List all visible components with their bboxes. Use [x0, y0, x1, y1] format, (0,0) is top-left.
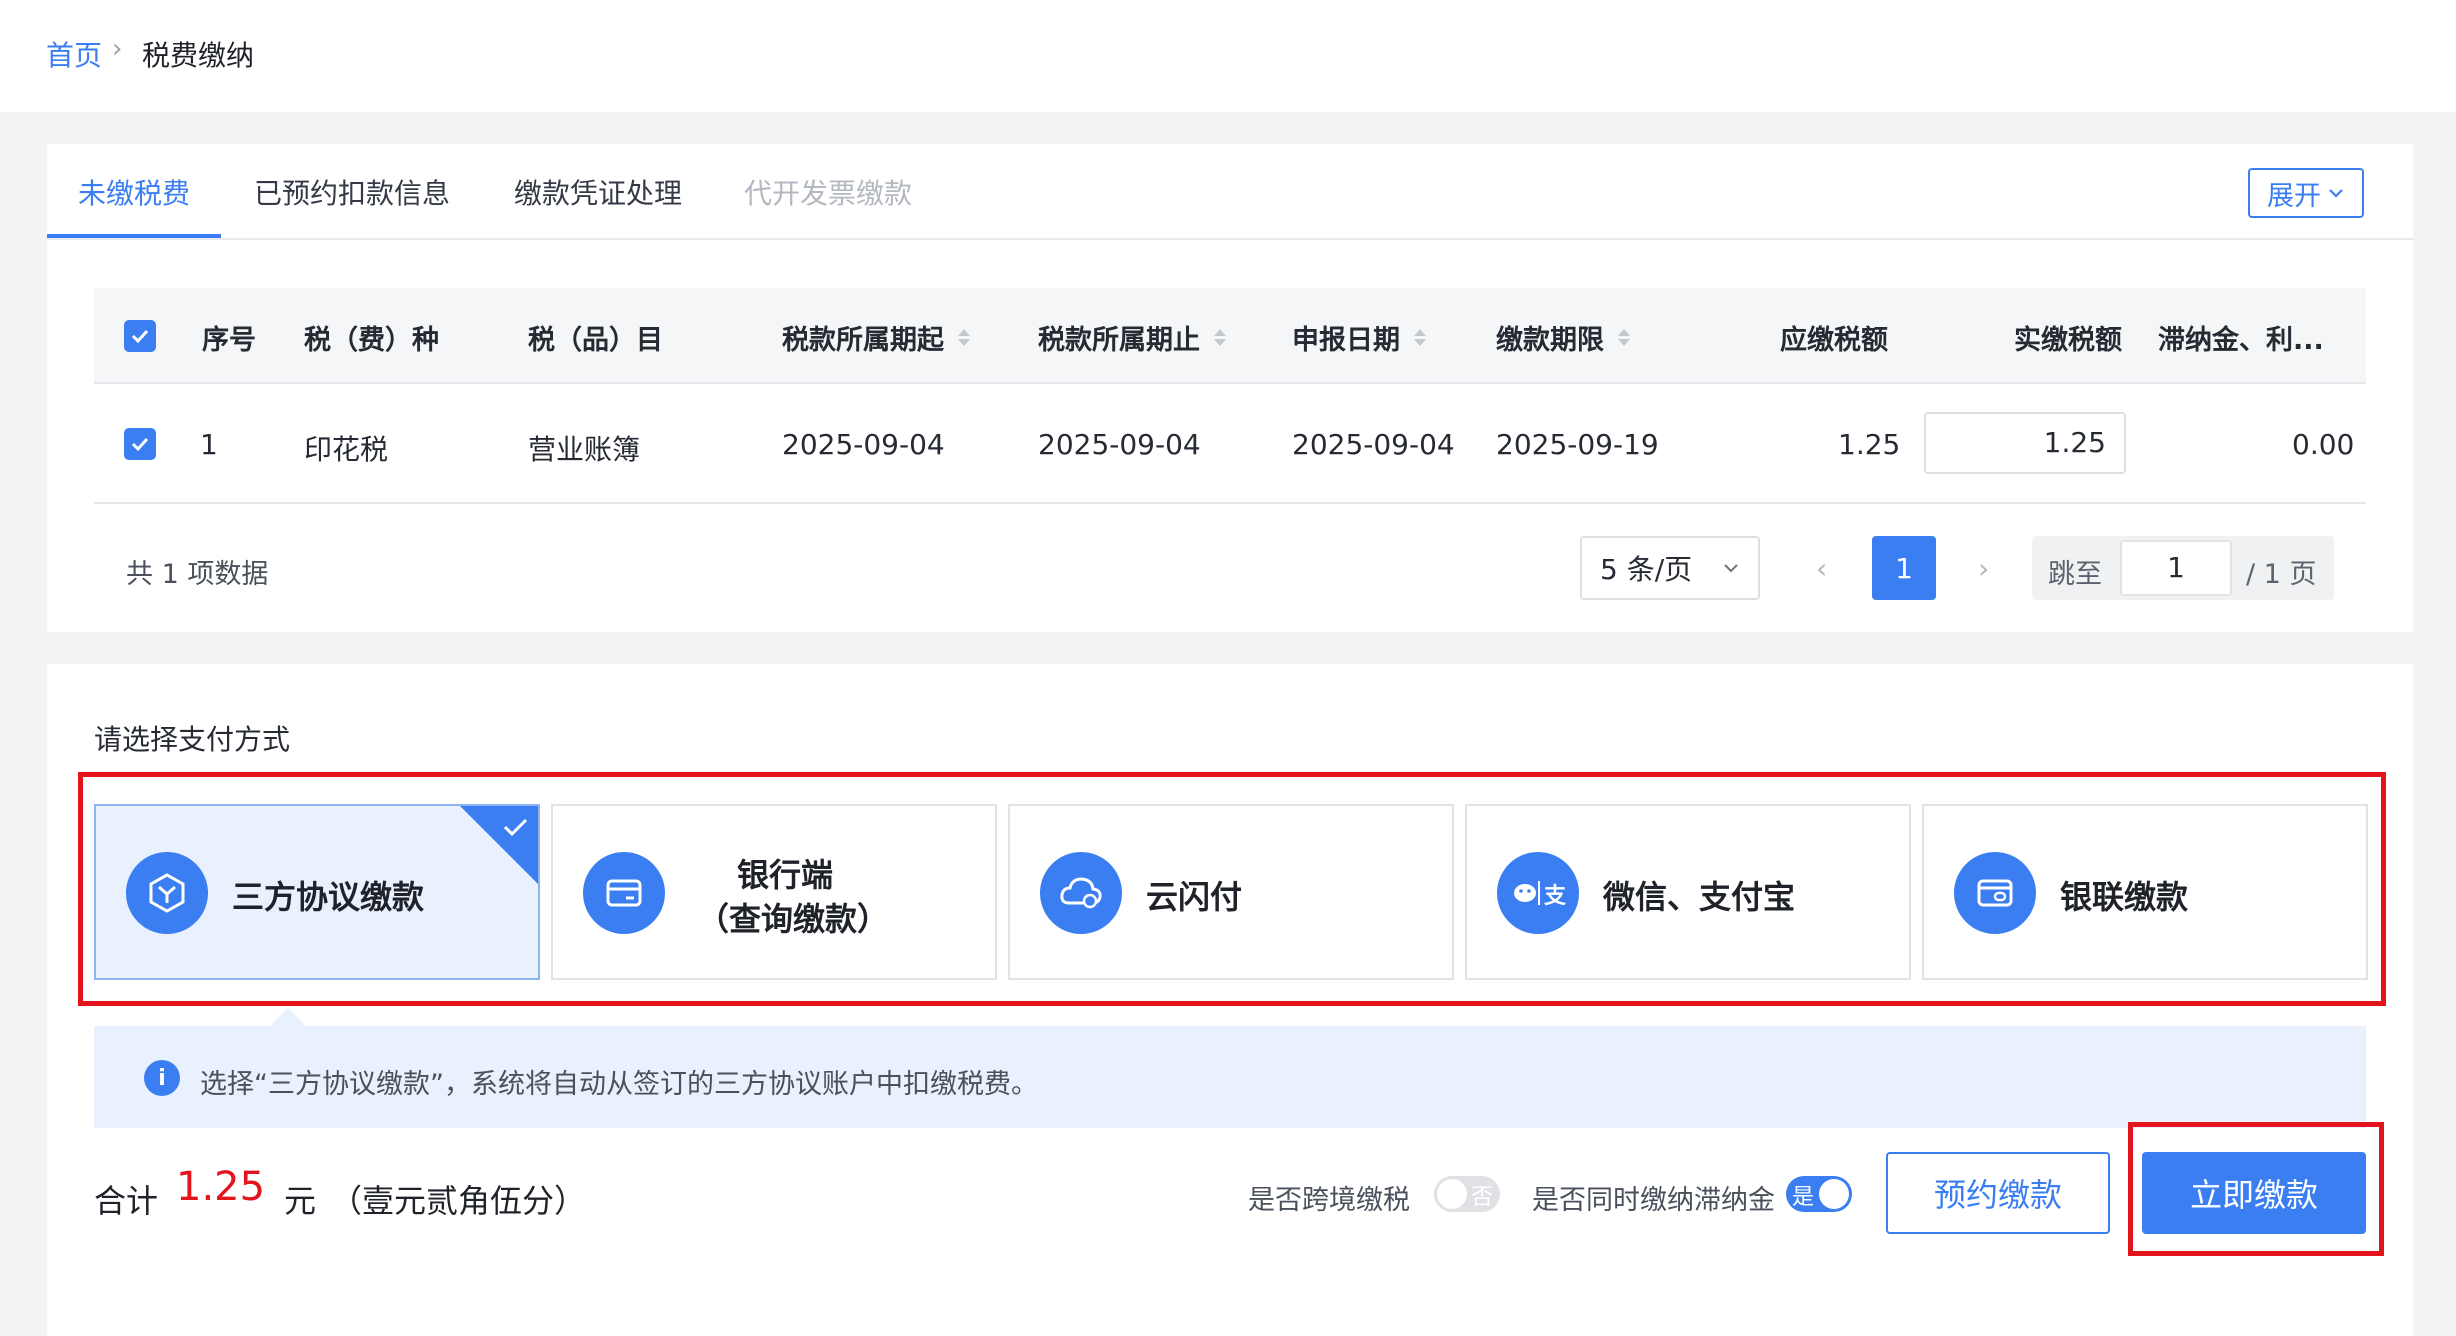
col-declare-date[interactable]: 申报日期 [1292, 318, 1426, 357]
row-divider [94, 502, 2366, 504]
select-all-checkbox[interactable] [124, 320, 156, 352]
info-icon: i [144, 1060, 180, 1096]
chevron-down-icon [2329, 189, 2343, 198]
breadcrumb-current: 税费缴纳 [142, 39, 255, 72]
cell-pay-deadline: 2025-09-19 [1496, 428, 1659, 461]
jump-label: 跳至 [2048, 559, 2102, 590]
cell-declare-date: 2025-09-04 [1292, 428, 1455, 461]
breadcrumb-bar [0, 0, 2456, 112]
tab-invoice-payment: 代开发票缴款 [744, 177, 913, 210]
wechat-alipay-icon: 支 [1497, 852, 1579, 934]
toggle-text: 是 [1792, 1185, 1815, 1210]
tab-scheduled-deduction[interactable]: 已预约扣款信息 [254, 172, 450, 212]
pay-option-wechat-alipay[interactable]: 支 微信、支付宝 [1465, 804, 1911, 980]
breadcrumb-separator: › [112, 34, 123, 64]
cell-payable: 1.25 [1838, 428, 1901, 461]
late-fee-toggle[interactable]: 是 [1786, 1176, 1852, 1212]
col-actual: 实缴税额 [2014, 325, 2122, 356]
total-label: 合计 [94, 1182, 159, 1220]
cross-border-toggle[interactable]: 否 [1434, 1176, 1500, 1212]
col-payable: 应缴税额 [1780, 325, 1888, 356]
toggle-knob [1437, 1179, 1467, 1209]
col-tax-item: 税（品）目 [528, 325, 663, 356]
cell-tax-type: 印花税 [304, 433, 389, 466]
check-icon [131, 329, 149, 344]
sort-icon [1618, 329, 1630, 346]
cell-late-fee: 0.00 [2292, 428, 2355, 461]
col-period-start[interactable]: 税款所属期起 [782, 318, 970, 357]
cloud-icon [1040, 852, 1122, 934]
pay-option-label-line1: 银行端 [737, 856, 834, 894]
svg-text:支: 支 [1544, 884, 1567, 909]
col-late-fee: 滞纳金、利... [2158, 325, 2324, 356]
highlight-box-pay-now [2128, 1122, 2384, 1256]
next-page-button[interactable]: › [1978, 552, 1989, 585]
pay-option-tripartite[interactable]: 三方协议缴款 [94, 804, 540, 980]
chevron-down-icon [1724, 564, 1738, 573]
pay-option-cloud-quickpass[interactable]: 云闪付 [1008, 804, 1454, 980]
toggle-text: 否 [1470, 1185, 1493, 1210]
cross-border-label: 是否跨境缴税 [1248, 1185, 1410, 1216]
total-pages: / 1 页 [2246, 559, 2317, 590]
check-icon [131, 437, 149, 452]
hexagon-icon [126, 852, 208, 934]
col-seq: 序号 [202, 325, 256, 356]
cell-period-end: 2025-09-04 [1038, 428, 1201, 461]
total-amount: 1.25 [176, 1164, 266, 1210]
payment-info-text: 选择“三方协议缴款”，系统将自动从签订的三方协议账户中扣缴税费。 [200, 1069, 1038, 1100]
pay-option-label: 三方协议缴款 [232, 878, 425, 916]
total-amount-chinese: （壹元贰角伍分） [330, 1182, 587, 1220]
col-tax-type: 税（费）种 [304, 325, 439, 356]
pay-option-label-line2: （查询缴款） [697, 900, 890, 938]
prev-page-button[interactable]: ‹ [1816, 552, 1827, 585]
tab-unpaid[interactable]: 未缴税费 [78, 172, 190, 212]
pay-option-label: 银联缴款 [2060, 878, 2189, 916]
tab-payment-voucher[interactable]: 缴款凭证处理 [514, 172, 682, 212]
cell-period-start: 2025-09-04 [782, 428, 945, 461]
actual-amount-input[interactable]: 1.25 [1924, 412, 2126, 474]
schedule-payment-button[interactable]: 预约缴款 [1886, 1152, 2110, 1234]
cell-tax-item: 营业账簿 [528, 433, 641, 466]
card-icon [583, 852, 665, 934]
page-size-select[interactable]: 5 条/页 [1580, 536, 1760, 600]
cell-seq: 1 [200, 428, 218, 461]
check-icon [503, 818, 528, 837]
page-size-value: 5 条/页 [1600, 553, 1693, 586]
jump-page-input[interactable]: 1 [2120, 540, 2232, 596]
total-count: 共 1 项数据 [126, 559, 269, 590]
sort-icon [1414, 329, 1426, 346]
total-unit: 元 [284, 1182, 317, 1220]
pay-option-bank[interactable]: 银行端 （查询缴款） [551, 804, 997, 980]
sort-icon [958, 329, 970, 346]
pay-option-label: 云闪付 [1146, 878, 1243, 916]
expand-button-label: 展开 [2267, 180, 2321, 212]
pay-option-unionpay[interactable]: 银联缴款 [1922, 804, 2368, 980]
sort-icon [1214, 329, 1226, 346]
selected-option-pointer [270, 1008, 306, 1026]
active-tab-indicator [47, 234, 221, 238]
row-checkbox[interactable] [124, 428, 156, 460]
payment-method-title: 请选择支付方式 [94, 723, 291, 756]
breadcrumb-home-link[interactable]: 首页 [46, 34, 102, 74]
pay-option-label: 微信、支付宝 [1603, 878, 1796, 916]
page-1-button[interactable]: 1 [1872, 536, 1936, 600]
tabs-divider [47, 238, 2413, 240]
col-pay-deadline[interactable]: 缴款期限 [1496, 318, 1630, 357]
col-period-end[interactable]: 税款所属期止 [1038, 318, 1226, 357]
toggle-knob [1819, 1179, 1849, 1209]
late-fee-label: 是否同时缴纳滞纳金 [1532, 1185, 1775, 1216]
unionpay-icon [1954, 852, 2036, 934]
expand-button[interactable]: 展开 [2248, 168, 2364, 218]
